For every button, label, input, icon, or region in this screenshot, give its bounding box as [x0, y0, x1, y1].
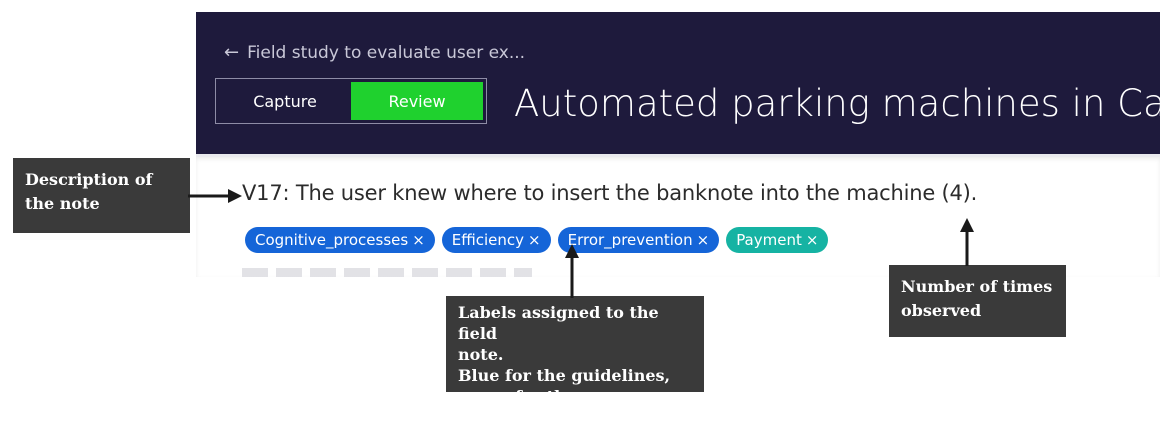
note-description: V17: The user knew where to insert the b…	[242, 181, 978, 205]
callout-labels: Labels assigned to the field note. Blue …	[446, 296, 704, 427]
remove-tag-icon[interactable]: ×	[528, 231, 541, 249]
arrow-right-icon	[188, 189, 242, 203]
tag-label: Error_prevention	[567, 231, 693, 249]
tag-list: Cognitive_processes × Efficiency × Error…	[245, 227, 829, 253]
remove-tag-icon[interactable]: ×	[806, 231, 819, 249]
callout-description: Description of the note	[13, 158, 190, 233]
callout-line: green for the touchpoints.	[458, 387, 576, 427]
callout-line: note.	[458, 345, 504, 364]
tag-label: Efficiency	[451, 231, 525, 249]
tag-label: Payment	[736, 231, 802, 249]
tab-review[interactable]: Review	[351, 82, 483, 120]
callout-count: Number of times observed	[889, 265, 1066, 337]
note-metadata-blurred	[242, 268, 532, 277]
tag-efficiency[interactable]: Efficiency ×	[441, 227, 551, 253]
tab-capture[interactable]: Capture	[219, 82, 351, 120]
remove-tag-icon[interactable]: ×	[412, 231, 425, 249]
tag-cognitive-processes[interactable]: Cognitive_processes ×	[245, 227, 435, 253]
arrow-left-icon: ←	[224, 42, 240, 63]
mode-toggle: Capture Review	[215, 78, 487, 124]
callout-line: Number of times	[901, 277, 1053, 296]
callout-line: Labels assigned to the field	[458, 303, 659, 343]
tag-label: Cognitive_processes	[255, 231, 409, 249]
tag-payment[interactable]: Payment ×	[726, 227, 829, 253]
arrow-up-icon	[960, 218, 974, 266]
app-header: ← Field study to evaluate user ex... Cap…	[196, 12, 1160, 154]
callout-line: Description of	[25, 170, 153, 189]
page-title: Automated parking machines in Cali	[514, 82, 1160, 125]
arrow-up-icon	[565, 244, 579, 298]
callout-line: the note	[25, 194, 100, 213]
note-panel: V17: The user knew where to insert the b…	[196, 154, 1160, 277]
back-link[interactable]: ← Field study to evaluate user ex...	[224, 42, 525, 63]
remove-tag-icon[interactable]: ×	[697, 231, 710, 249]
callout-line: observed	[901, 301, 982, 320]
back-link-label: Field study to evaluate user ex...	[247, 42, 526, 63]
callout-line: Blue for the guidelines,	[458, 366, 671, 385]
